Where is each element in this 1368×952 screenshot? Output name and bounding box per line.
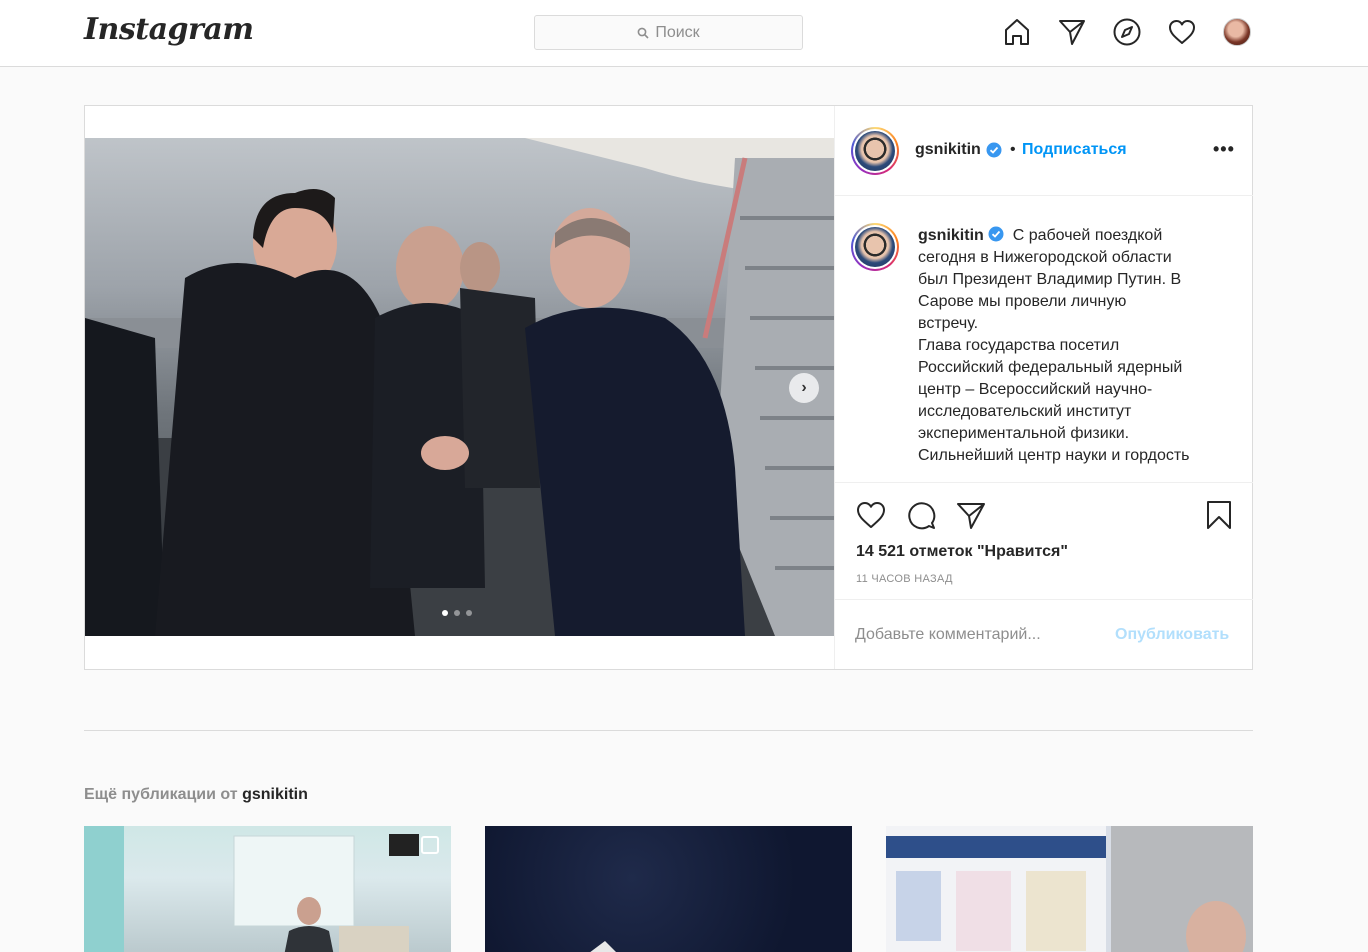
action-icons <box>855 499 987 531</box>
search-box[interactable]: Поиск <box>534 15 803 50</box>
caption-line: был Президент Владимир Путин. В <box>918 271 1182 288</box>
more-posts-prefix: Ещё публикации от <box>84 786 238 803</box>
caption-line: исследовательский институт <box>918 403 1132 420</box>
caption-area: gsnikitin С рабочей поездкой сегодня в Н… <box>835 197 1253 482</box>
more-options-button[interactable]: ••• <box>1213 139 1235 160</box>
search-placeholder: Поиск <box>655 23 700 41</box>
comment-form: Добавьте комментарий... Опубликовать <box>835 599 1253 669</box>
heart-icon[interactable] <box>1167 17 1197 47</box>
post-header: gsnikitin • Подписаться ••• <box>835 106 1253 196</box>
likes-count[interactable]: 14 521 отметок "Нравится" <box>856 543 1068 561</box>
nav-icons <box>1002 17 1252 47</box>
caption-line: Сильнейший центр науки и гордость <box>918 447 1190 464</box>
post-timestamp[interactable]: 11 часов назад <box>856 573 953 585</box>
avatar <box>1223 18 1251 46</box>
explore-icon[interactable] <box>1112 17 1142 47</box>
author-avatar[interactable] <box>851 127 899 175</box>
publish-button[interactable]: Опубликовать <box>1115 626 1229 644</box>
post-sidebar: gsnikitin • Подписаться ••• gsnikitin С … <box>834 106 1253 669</box>
verified-badge-icon <box>986 142 1002 158</box>
verified-badge-icon <box>988 226 1004 242</box>
search-icon <box>637 27 649 39</box>
more-post-thumbnail[interactable] <box>84 826 451 952</box>
caption-line: С рабочей поездкой <box>1012 227 1163 244</box>
bookmark-icon <box>1207 501 1231 529</box>
caption-line: Глава государства посетил <box>918 337 1120 354</box>
carousel-dots <box>442 610 472 616</box>
author-username-text[interactable]: gsnikitin <box>915 141 981 159</box>
caption-line: Российский федеральный ядерный <box>918 359 1183 376</box>
caption-line: сегодня в Нижегородской области <box>918 249 1172 266</box>
separator-dot: • <box>1010 141 1016 158</box>
caption-line: встречу. <box>918 315 979 332</box>
instagram-logo[interactable]: Instagram <box>84 12 254 47</box>
post-card: › gsnikitin • Подписаться ••• gsnikitin … <box>84 105 1253 670</box>
more-posts-username[interactable]: gsnikitin <box>242 786 308 803</box>
follow-button[interactable]: Подписаться <box>1022 141 1127 159</box>
carousel-dot <box>442 610 448 616</box>
more-post-thumbnail[interactable] <box>886 826 1253 952</box>
direct-icon[interactable] <box>1057 17 1087 47</box>
caption-line: Сарове мы провели личную <box>918 293 1127 310</box>
caption-line: экспериментальной физики. <box>918 425 1130 442</box>
carousel-indicator-icon <box>421 836 439 854</box>
carousel-dot <box>466 610 472 616</box>
thumbnail-illustration <box>84 826 419 952</box>
top-navbar: Instagram Поиск <box>0 0 1368 67</box>
carousel-dot <box>454 610 460 616</box>
caption-author-avatar[interactable] <box>851 223 899 271</box>
more-posts-title: Ещё публикации от gsnikitin <box>84 786 308 804</box>
home-icon[interactable] <box>1002 17 1032 47</box>
post-photo[interactable] <box>85 138 834 636</box>
caption-text: gsnikitin С рабочей поездкой сегодня в Н… <box>918 225 1218 467</box>
section-divider <box>84 730 1253 731</box>
photo-illustration <box>85 138 834 636</box>
next-slide-button[interactable]: › <box>789 373 819 403</box>
author-username[interactable]: gsnikitin <box>915 141 1002 159</box>
thumbnail-illustration <box>886 826 1253 952</box>
profile-avatar[interactable] <box>1222 17 1252 47</box>
like-heart-icon[interactable] <box>855 499 887 531</box>
media-area: › <box>85 106 834 669</box>
caption-line: центр – Всероссийский научно- <box>918 381 1153 398</box>
post-actions: 14 521 отметок "Нравится" 11 часов назад <box>835 482 1253 600</box>
save-button[interactable] <box>1203 499 1235 536</box>
comment-icon[interactable] <box>905 499 937 531</box>
caption-username[interactable]: gsnikitin <box>918 227 984 244</box>
thumbnail-illustration <box>590 941 616 952</box>
comment-input[interactable]: Добавьте комментарий... <box>855 626 1041 644</box>
share-icon[interactable] <box>955 499 987 531</box>
more-post-thumbnail[interactable] <box>485 826 852 952</box>
